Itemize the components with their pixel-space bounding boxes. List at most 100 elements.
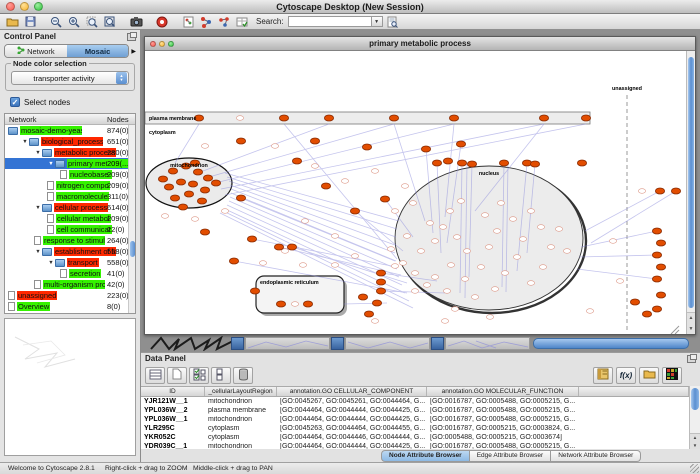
close-button[interactable]	[150, 41, 156, 47]
table-cell[interactable]: mitochondrion	[205, 398, 277, 405]
network-node[interactable]	[671, 188, 680, 194]
network-node[interactable]	[178, 204, 187, 210]
canvas-resize-grip[interactable]	[675, 330, 679, 334]
background-window-button[interactable]	[431, 337, 444, 350]
network-node-small[interactable]	[527, 281, 534, 286]
network-node[interactable]	[203, 175, 212, 181]
network-node[interactable]	[292, 158, 301, 164]
table-cell[interactable]: YLR295C	[141, 425, 205, 432]
background-window[interactable]	[345, 337, 430, 350]
tree-scrollbar[interactable]	[128, 125, 135, 313]
import-attributes-button[interactable]	[639, 367, 659, 384]
network-node-small[interactable]	[547, 245, 554, 250]
network-node[interactable]	[656, 292, 665, 298]
network-node-small[interactable]	[271, 144, 278, 149]
table-cell[interactable]: [GO:0016787, GO:0005488, GO:0005215, G..…	[427, 407, 579, 414]
network-node-small[interactable]	[443, 289, 450, 294]
network-node[interactable]	[164, 184, 173, 190]
network-node[interactable]	[577, 160, 586, 166]
expander-icon[interactable]: ▼	[34, 150, 42, 156]
expander-icon[interactable]: ▼	[34, 205, 42, 211]
quick-find-config-button[interactable]	[385, 15, 401, 29]
tab-node-attribute-browser[interactable]: Node Attribute Browser	[381, 450, 470, 462]
table-row[interactable]: YJR121W__1mitochondrion[GO:0045267, GO:0…	[141, 397, 689, 406]
save-session-button[interactable]	[22, 15, 38, 29]
network-node[interactable]	[642, 311, 651, 317]
zoom-button[interactable]	[34, 2, 43, 11]
table-cell[interactable]: mitochondrion	[205, 416, 277, 423]
network-node-small[interactable]	[609, 239, 616, 244]
tree-row[interactable]: nitrogen compo209(0)	[5, 180, 135, 191]
network-node[interactable]	[310, 138, 319, 144]
close-button[interactable]	[6, 2, 15, 11]
network-node-small[interactable]	[409, 201, 416, 206]
network-node-small[interactable]	[486, 315, 493, 320]
open-session-button[interactable]	[4, 15, 20, 29]
table-cell[interactable]: YPL036W__2	[141, 407, 205, 414]
network-node[interactable]	[197, 198, 206, 204]
tree-row[interactable]: nucleobase-209(0)	[5, 169, 135, 180]
table-cell[interactable]: [GO:0045267, GO:0045261, GO:0044464, G..…	[277, 398, 427, 405]
network-node[interactable]	[630, 299, 639, 305]
network-node[interactable]	[184, 191, 193, 197]
table-row[interactable]: YPL036W__2plasma membrane[GO:0044464, GO…	[141, 406, 689, 415]
network-node-small[interactable]	[201, 144, 208, 149]
tree-row[interactable]: ▼establishment of lo558(0)	[5, 246, 135, 257]
network-node-small[interactable]	[485, 245, 492, 250]
network-node[interactable]	[656, 264, 665, 270]
network-node-small[interactable]	[537, 225, 544, 230]
zoom-selected-button[interactable]	[84, 15, 100, 29]
network-node-small[interactable]	[539, 265, 546, 270]
network-node-small[interactable]	[387, 247, 394, 252]
zoom-fit-button[interactable]	[102, 15, 118, 29]
background-window[interactable]	[245, 337, 330, 350]
heatmap-button[interactable]	[662, 367, 682, 384]
network-node-small[interactable]	[403, 234, 410, 239]
table-cell[interactable]: [GO:0045263, GO:0044464, GO:0044455, G..…	[277, 425, 427, 432]
zoom-in-button[interactable]	[66, 15, 82, 29]
network-node[interactable]	[279, 115, 288, 121]
network-node-small[interactable]	[491, 287, 498, 292]
network-node[interactable]	[530, 161, 539, 167]
network-node-small[interactable]	[401, 184, 408, 189]
network-node[interactable]	[200, 229, 209, 235]
network-node[interactable]	[372, 300, 381, 306]
snapshot-button[interactable]	[128, 15, 144, 29]
network-node-small[interactable]	[191, 217, 198, 222]
network-node[interactable]	[456, 141, 465, 147]
network-node-small[interactable]	[509, 217, 516, 222]
table-cell[interactable]: YKR052C	[141, 434, 205, 441]
tab-edge-attribute-browser[interactable]: Edge Attribute Browser	[470, 450, 551, 462]
network-node-small[interactable]	[446, 209, 453, 214]
scroll-down-icon[interactable]: ▼	[693, 443, 697, 448]
attribute-browser-button[interactable]	[234, 15, 250, 29]
network-node-small[interactable]	[341, 179, 348, 184]
column-header[interactable]: ID	[141, 387, 205, 396]
expander-icon[interactable]: ▼	[47, 161, 55, 167]
network-node-small[interactable]	[457, 199, 464, 204]
network-node-small[interactable]	[527, 209, 534, 214]
float-panel-icon[interactable]	[127, 33, 136, 41]
canvas-resize-grip[interactable]	[671, 326, 679, 334]
network-node[interactable]	[211, 180, 220, 186]
select-nodes-checkbox[interactable]: ✓	[10, 97, 20, 107]
network-node-small[interactable]	[519, 237, 526, 242]
network-node[interactable]	[656, 240, 665, 246]
network-node-small[interactable]	[439, 225, 446, 230]
tree-row[interactable]: ▼biological_process651(0)	[5, 136, 135, 147]
network-node[interactable]	[655, 188, 664, 194]
background-window[interactable]	[445, 337, 530, 350]
tree-row[interactable]: secretion41(0)	[5, 268, 135, 279]
network-node[interactable]	[200, 187, 209, 193]
network-node-small[interactable]	[259, 261, 266, 266]
expander-icon[interactable]: ▼	[21, 139, 29, 145]
network-node[interactable]	[376, 279, 385, 285]
network-node-small[interactable]	[513, 255, 520, 260]
horizontal-scroll-thumb[interactable]	[533, 338, 689, 349]
background-window-button[interactable]	[331, 337, 344, 350]
zoom-button[interactable]	[168, 41, 174, 47]
network-node-small[interactable]	[371, 319, 378, 324]
network-node-small[interactable]	[481, 213, 488, 218]
network-node[interactable]	[350, 208, 359, 214]
network-node-small[interactable]	[463, 249, 470, 254]
